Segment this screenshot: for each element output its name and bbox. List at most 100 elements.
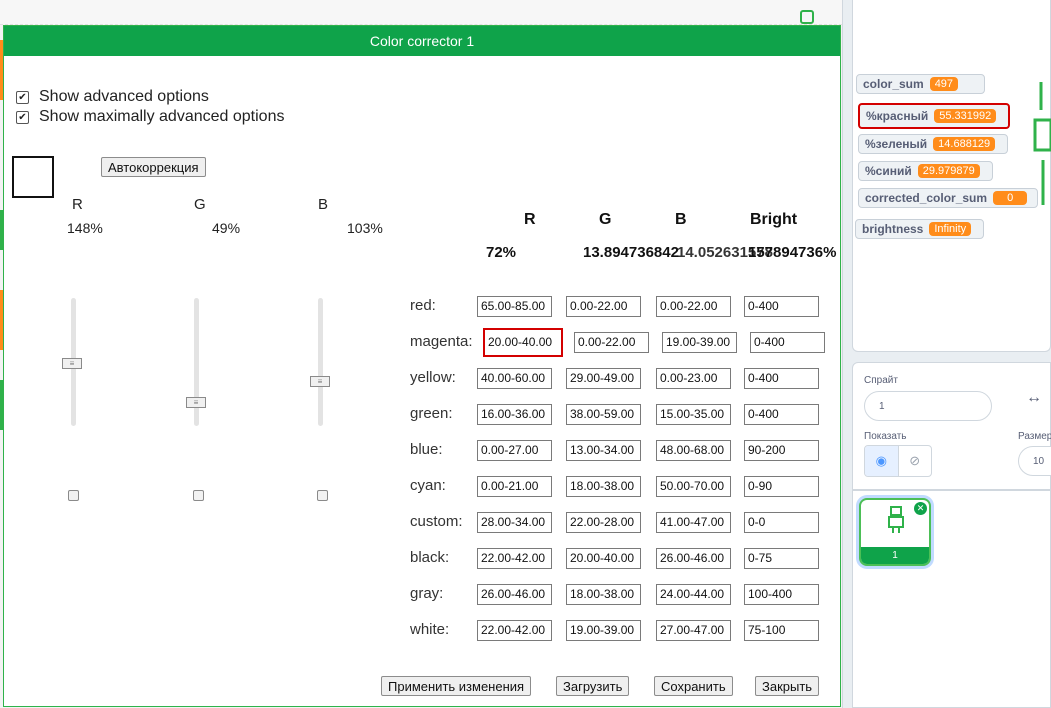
channel-r-label: R — [72, 196, 83, 213]
range-input-g[interactable]: 20.00-40.00 — [566, 548, 641, 569]
range-input-b[interactable]: 15.00-35.00 — [656, 404, 731, 425]
slider-b-handle[interactable]: ≡ — [310, 376, 330, 387]
range-input-g[interactable]: 38.00-59.00 — [566, 404, 641, 425]
range-input-b[interactable]: 50.00-70.00 — [656, 476, 731, 497]
row-label: white: — [410, 621, 450, 638]
range-input-b[interactable]: 0.00-22.00 — [656, 296, 731, 317]
direction-arrows-icon: ↔ — [1026, 389, 1042, 406]
show-advanced-option[interactable]: ✔ Show advanced options — [16, 88, 209, 106]
checkbox-checked-icon[interactable]: ✔ — [16, 110, 29, 124]
delete-sprite-icon[interactable]: ✕ — [914, 502, 927, 515]
apply-changes-button[interactable]: Применить изменения — [381, 676, 532, 696]
range-input-r[interactable]: 65.00-85.00 — [477, 296, 552, 317]
size-input[interactable]: 10 — [1018, 446, 1051, 476]
channel-b-percent: 103% — [347, 220, 383, 236]
channel-g-checkbox[interactable] — [193, 490, 204, 501]
row-label: blue: — [410, 441, 443, 458]
monitor-value: 55.331992 — [934, 109, 997, 123]
range-input-bright[interactable]: 0-400 — [744, 404, 819, 425]
range-input-bright[interactable]: 75-100 — [744, 620, 819, 641]
range-input-r[interactable]: 26.00-46.00 — [477, 584, 552, 605]
monitor-blue-percent: %синий 29.979879 — [858, 161, 993, 181]
range-input-b[interactable]: 27.00-47.00 — [656, 620, 731, 641]
row-label: custom: — [410, 513, 463, 530]
monitor-value: 0 — [993, 191, 1028, 205]
option-label: Show advanced options — [39, 88, 209, 105]
slider-r-handle[interactable]: ≡ — [62, 358, 82, 369]
range-input-r[interactable]: 40.00-60.00 — [477, 368, 552, 389]
header-g: G — [599, 211, 612, 228]
sprite-thumb-name: 1 — [861, 547, 929, 564]
monitor-label: brightness — [862, 222, 924, 236]
range-input-b[interactable]: 24.00-44.00 — [656, 584, 731, 605]
range-input-bright[interactable]: 0-0 — [744, 512, 819, 533]
monitor-label: %зеленый — [865, 137, 928, 151]
eye-off-icon[interactable]: ⊘ — [899, 446, 932, 476]
show-max-advanced-option[interactable]: ✔ Show maximally advanced options — [16, 108, 284, 126]
range-input-g[interactable]: 18.00-38.00 — [566, 584, 641, 605]
stage-top-bar — [0, 0, 842, 25]
monitor-value: Infinity — [929, 222, 972, 236]
sprite-thumbnail[interactable]: ✕ 1 — [859, 498, 931, 566]
robot-sprite-icon — [888, 506, 904, 533]
range-input-g[interactable]: 29.00-49.00 — [566, 368, 641, 389]
visibility-toggle: ◉ ⊘ — [864, 445, 932, 477]
close-button[interactable]: Закрыть — [755, 676, 820, 696]
range-input-g[interactable]: 22.00-28.00 — [566, 512, 641, 533]
monitor-corrected-color-sum: corrected_color_sum 0 — [858, 188, 1038, 208]
eye-icon[interactable]: ◉ — [865, 446, 899, 476]
monitor-value: 497 — [929, 77, 959, 91]
range-input-b[interactable]: 19.00-39.00 — [662, 332, 737, 353]
size-label: Размер — [1018, 431, 1051, 442]
monitor-label: %синий — [865, 164, 912, 178]
range-input-b[interactable]: 0.00-23.00 — [656, 368, 731, 389]
range-input-bright[interactable]: 0-400 — [744, 368, 819, 389]
autocorrect-button[interactable]: Автокоррекция — [101, 157, 206, 177]
monitor-color-sum: color_sum 497 — [856, 74, 985, 94]
sprite-name-input[interactable]: 1 — [864, 391, 992, 421]
range-input-g[interactable]: 18.00-38.00 — [566, 476, 641, 497]
range-input-b[interactable]: 48.00-68.00 — [656, 440, 731, 461]
save-button[interactable]: Сохранить — [654, 676, 733, 696]
summary-bright-value: 157894736% — [748, 244, 837, 261]
range-input-r[interactable]: 22.00-42.00 — [477, 620, 552, 641]
range-input-r[interactable]: 22.00-42.00 — [477, 548, 552, 569]
range-input-bright[interactable]: 0-400 — [744, 296, 819, 317]
range-input-bright[interactable]: 0-400 — [750, 332, 825, 353]
sprite-name-label: Спрайт — [864, 375, 898, 386]
row-label: red: — [410, 297, 436, 314]
checkbox-checked-icon[interactable]: ✔ — [16, 90, 29, 104]
range-input-g[interactable]: 13.00-34.00 — [566, 440, 641, 461]
row-label: green: — [410, 405, 453, 422]
monitor-green-percent: %зеленый 14.688129 — [858, 134, 1008, 154]
range-input-b[interactable]: 26.00-46.00 — [656, 548, 731, 569]
color-corrector-dialog: Color corrector 1 ✔ Show advanced option… — [3, 25, 841, 707]
range-input-r[interactable]: 0.00-21.00 — [477, 476, 552, 497]
range-input-g[interactable]: 19.00-39.00 — [566, 620, 641, 641]
channel-b-checkbox[interactable] — [317, 490, 328, 501]
range-input-b[interactable]: 41.00-47.00 — [656, 512, 731, 533]
slider-b-track[interactable] — [318, 298, 323, 426]
range-input-r[interactable]: 20.00-40.00 — [483, 328, 563, 357]
monitor-value: 14.688129 — [933, 137, 996, 151]
header-r: R — [524, 211, 536, 228]
range-input-bright[interactable]: 100-400 — [744, 584, 819, 605]
channel-r-checkbox[interactable] — [68, 490, 79, 501]
range-input-bright[interactable]: 0-75 — [744, 548, 819, 569]
range-input-r[interactable]: 16.00-36.00 — [477, 404, 552, 425]
range-input-bright[interactable]: 0-90 — [744, 476, 819, 497]
range-input-g[interactable]: 0.00-22.00 — [566, 296, 641, 317]
range-input-bright[interactable]: 90-200 — [744, 440, 819, 461]
row-label: yellow: — [410, 369, 456, 386]
row-label: cyan: — [410, 477, 446, 494]
monitor-red-percent: %красный 55.331992 — [858, 103, 1010, 129]
summary-r-value: 72% — [486, 244, 517, 261]
range-input-r[interactable]: 0.00-27.00 — [477, 440, 552, 461]
monitor-value: 29.979879 — [917, 164, 980, 178]
slider-g-handle[interactable]: ≡ — [186, 397, 206, 408]
monitor-brightness: brightness Infinity — [855, 219, 984, 239]
option-label: Show maximally advanced options — [39, 108, 285, 125]
range-input-r[interactable]: 28.00-34.00 — [477, 512, 552, 533]
load-button[interactable]: Загрузить — [556, 676, 630, 696]
range-input-g[interactable]: 0.00-22.00 — [574, 332, 649, 353]
